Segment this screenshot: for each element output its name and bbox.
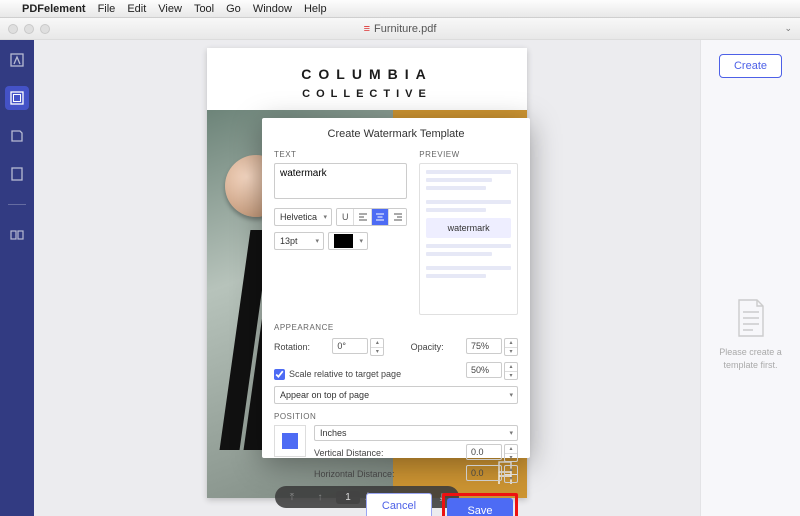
color-swatch (334, 234, 353, 248)
vertical-distance-stepper[interactable]: ▴▾ (504, 444, 518, 462)
appear-select[interactable]: Appear on top of page ▾ (274, 386, 518, 404)
save-highlight: Save (442, 493, 518, 516)
section-appearance-label: APPEARANCE (274, 323, 518, 332)
align-center-button[interactable] (372, 209, 389, 225)
horizontal-distance-input[interactable]: 0.0 (466, 465, 502, 481)
sidebar-separator (8, 204, 26, 205)
create-watermark-dialog: Create Watermark Template TEXT Helvetica… (262, 118, 530, 458)
opacity-input[interactable]: 75% (466, 338, 502, 354)
font-color-select[interactable]: ▾ (328, 232, 368, 250)
horizontal-distance-stepper[interactable]: ▴▾ (504, 465, 518, 483)
position-anchor-picker[interactable] (274, 425, 306, 457)
page-subheading: COLLECTIVE (207, 88, 527, 100)
font-size-select[interactable]: 13pt ▾ (274, 232, 324, 250)
save-button[interactable]: Save (447, 498, 513, 516)
page-heading: COLUMBIA (207, 66, 527, 82)
menu-tool[interactable]: Tool (194, 3, 214, 15)
rotation-label: Rotation: (274, 342, 310, 352)
menu-edit[interactable]: Edit (127, 3, 146, 15)
scale-checkbox[interactable] (274, 369, 285, 380)
watermark-preview: watermark (419, 163, 518, 315)
caret-down-icon: ▾ (324, 213, 328, 221)
tool-sidebar (0, 40, 34, 516)
align-left-button[interactable] (354, 209, 371, 225)
preview-watermark-text: watermark (426, 218, 511, 238)
sidebar-tool-5-icon[interactable] (5, 223, 29, 247)
sidebar-tool-watermark-icon[interactable] (5, 86, 29, 110)
sidebar-tool-1-icon[interactable] (5, 48, 29, 72)
templates-panel: Create Please create a template first. (700, 40, 800, 516)
dialog-title: Create Watermark Template (274, 128, 518, 140)
empty-template-icon (735, 298, 767, 338)
sidebar-tool-3-icon[interactable] (5, 124, 29, 148)
vertical-distance-input[interactable]: 0.0 (466, 444, 502, 460)
font-size-value: 13pt (280, 236, 298, 246)
create-template-button[interactable]: Create (719, 54, 782, 78)
appear-value: Appear on top of page (280, 390, 369, 400)
horizontal-distance-label: Horizontal Distance: (314, 469, 395, 479)
empty-template-text: Please create a template first. (701, 346, 800, 371)
document-title: ≡ Furniture.pdf (0, 23, 800, 35)
scale-stepper[interactable]: ▴▾ (504, 362, 518, 380)
mac-menubar[interactable]: PDFelement File Edit View Tool Go Window… (0, 0, 800, 18)
templates-empty-state: Please create a template first. (701, 298, 800, 371)
text-align-group: U (336, 208, 407, 226)
opacity-stepper[interactable]: ▴▾ (504, 338, 518, 356)
opacity-label: Opacity: (411, 342, 444, 352)
anchor-center-icon (282, 433, 298, 449)
scale-input[interactable]: 50% (466, 362, 502, 378)
titlebar-dropdown-icon[interactable]: ⌄ (784, 23, 792, 34)
scale-label: Scale relative to target page (289, 369, 401, 379)
document-title-text: Furniture.pdf (374, 23, 436, 35)
caret-down-icon: ▾ (359, 237, 363, 245)
section-text-label: TEXT (274, 150, 407, 159)
section-preview-label: PREVIEW (419, 150, 518, 159)
caret-down-icon: ▾ (509, 391, 513, 399)
underline-button[interactable]: U (337, 209, 354, 225)
font-family-value: Helvetica (280, 212, 317, 222)
pdf-icon: ≡ (364, 23, 370, 35)
window-titlebar: ≡ Furniture.pdf ⌄ (0, 18, 800, 40)
menu-go[interactable]: Go (226, 3, 241, 15)
rotation-input[interactable]: 0° (332, 338, 368, 354)
menu-file[interactable]: File (98, 3, 116, 15)
cancel-button[interactable]: Cancel (366, 493, 432, 516)
units-select[interactable]: Inches ▾ (314, 425, 518, 441)
align-right-button[interactable] (389, 209, 406, 225)
menubar-appname[interactable]: PDFelement (22, 3, 86, 15)
caret-down-icon: ▾ (315, 237, 319, 245)
vertical-distance-label: Vertical Distance: (314, 448, 384, 458)
sidebar-tool-4-icon[interactable] (5, 162, 29, 186)
menu-window[interactable]: Window (253, 3, 292, 15)
watermark-text-input[interactable] (274, 163, 407, 199)
units-value: Inches (320, 428, 347, 438)
caret-down-icon: ▾ (509, 429, 513, 437)
rotation-stepper[interactable]: ▴▾ (370, 338, 384, 356)
menu-help[interactable]: Help (304, 3, 327, 15)
menu-view[interactable]: View (158, 3, 182, 15)
section-position-label: POSITION (274, 412, 518, 421)
font-family-select[interactable]: Helvetica ▾ (274, 208, 332, 226)
